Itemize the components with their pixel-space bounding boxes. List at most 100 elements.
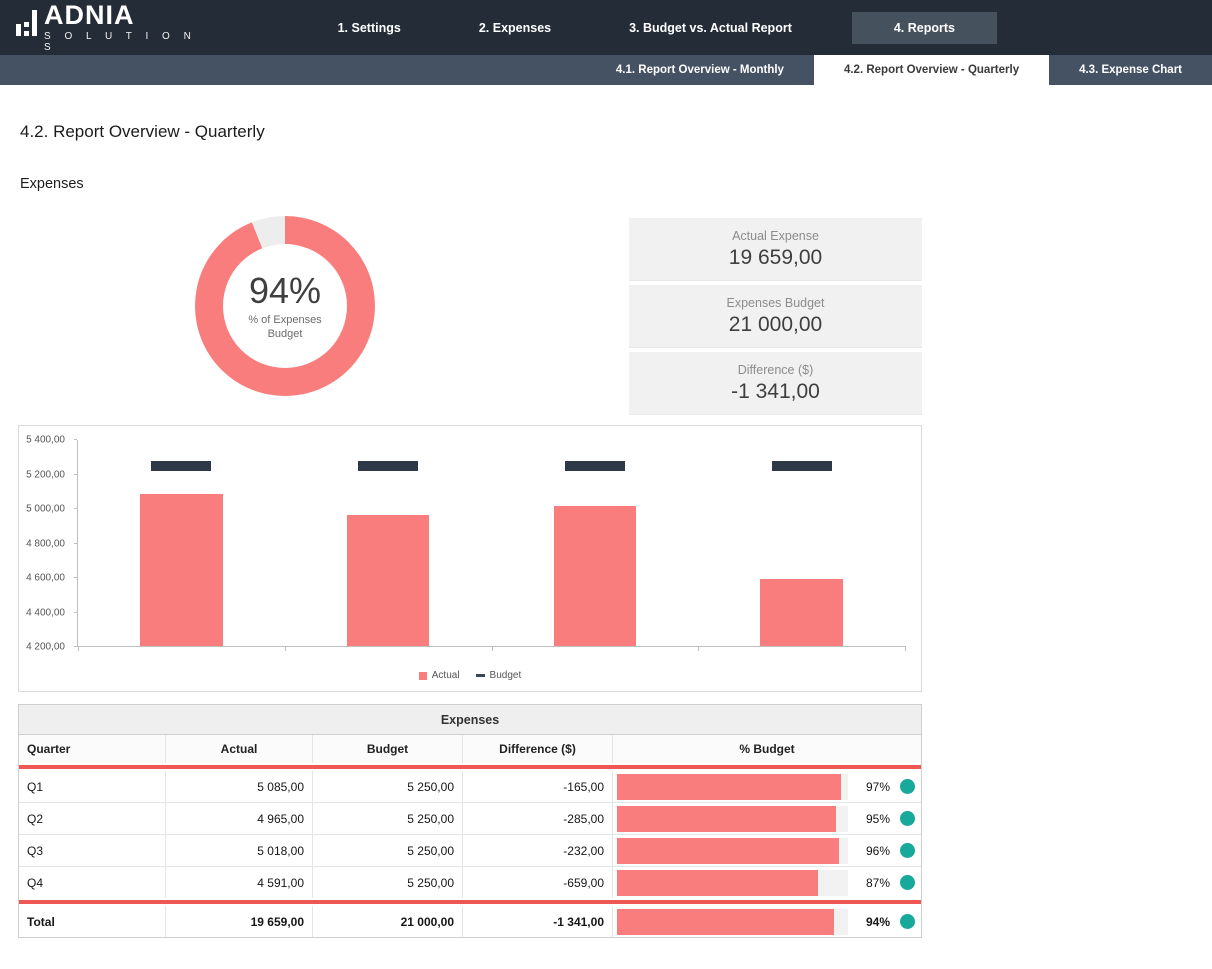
status-dot-icon [900, 875, 915, 890]
actual-cell: 19 659,00 [166, 906, 313, 937]
summary-card-2: Expenses Budget 21 000,00 [629, 285, 922, 348]
top-nav-item-1[interactable]: 1. Settings [320, 12, 419, 44]
summary-row: 94% % of Expenses Budget Actual Expense 1… [18, 216, 922, 415]
table-divider-bottom [19, 900, 921, 904]
pct-bar-track [617, 806, 848, 832]
pct-bar-track [617, 774, 848, 800]
table-body: Q15 085,005 250,00-165,0097%Q24 965,005 … [19, 771, 921, 898]
summary-cards: Actual Expense 19 659,00 Expenses Budget 21… [629, 218, 922, 415]
card-label: Difference ($) [738, 363, 814, 377]
card-value: 19 659,00 [729, 246, 822, 270]
y-tick-label: 5 200,00 [26, 469, 65, 480]
pct-bar-track [617, 870, 848, 896]
pct-value-label: 97% [848, 780, 900, 794]
bar-chart-logo-icon [16, 6, 37, 36]
bar-group-q1 [78, 440, 285, 646]
x-axis-tick [492, 646, 493, 651]
donut-ring: 94% % of Expenses Budget [195, 216, 375, 396]
budget-marker-q1 [151, 461, 211, 471]
quarter-cell: Q4 [19, 867, 166, 898]
bar-group-q3 [492, 440, 699, 646]
y-tick-label: 4 600,00 [26, 573, 65, 584]
table-title: Expenses [19, 705, 921, 735]
pct-budget-cell: 94% [613, 906, 921, 937]
pct-bar-fill [617, 909, 834, 935]
difference-cell: -285,00 [463, 803, 613, 834]
budget-donut-chart: 94% % of Expenses Budget [195, 216, 375, 396]
table-total-slot: Total19 659,0021 000,00-1 341,0094% [19, 906, 921, 937]
status-dot-icon [900, 843, 915, 858]
x-axis-tick [905, 646, 906, 651]
quarter-cell: Q1 [19, 771, 166, 802]
page-title: 4.2. Report Overview - Quarterly [20, 122, 922, 142]
actual-bar-q4 [760, 579, 843, 646]
legend-label: Budget [490, 670, 522, 681]
budget-marker-q2 [358, 461, 418, 471]
column-header-quarter: Quarter [19, 735, 166, 763]
actual-cell: 5 018,00 [166, 835, 313, 866]
top-nav-items: 1. Settings 2. Expenses 3. Budget vs. Actu… [278, 12, 997, 44]
brand-name: ADNIA [44, 2, 206, 28]
actual-bar-q2 [347, 515, 430, 646]
column-header-budget: Budget [313, 735, 463, 763]
card-value: 21 000,00 [729, 313, 822, 337]
pct-budget-cell: 97% [613, 771, 921, 802]
difference-cell: -1 341,00 [463, 906, 613, 937]
table-row: Q15 085,005 250,00-165,00 97% [19, 771, 921, 802]
top-nav-item-3[interactable]: 3. Budget vs. Actual Report [611, 12, 810, 44]
top-nav-item-2[interactable]: 2. Expenses [461, 12, 569, 44]
card-label: Expenses Budget [727, 296, 825, 310]
pct-budget-cell: 87% [613, 867, 921, 898]
sub-nav-tab-1[interactable]: 4.1. Report Overview - Monthly [586, 55, 814, 85]
donut-caption: % of Expenses Budget [248, 313, 321, 341]
difference-cell: -659,00 [463, 867, 613, 898]
top-nav-item-4[interactable]: 4. Reports [852, 12, 997, 44]
status-dot-icon [900, 914, 915, 929]
difference-cell: -165,00 [463, 771, 613, 802]
expenses-table: Expenses QuarterActualBudgetDifference (… [18, 704, 922, 938]
table-total-row: Total19 659,0021 000,00-1 341,0094% [19, 906, 921, 937]
brand-subname: S O L U T I O N S [44, 31, 206, 53]
legend-dash-swatch [476, 674, 485, 677]
budget-cell: 5 250,00 [313, 867, 463, 898]
table-header-row: QuarterActualBudgetDifference ($)% Budge… [19, 735, 921, 763]
sub-nav-tab-2[interactable]: 4.2. Report Overview - Quarterly [814, 55, 1049, 85]
donut-percent: 94% [249, 272, 321, 310]
pct-bar-track [617, 838, 848, 864]
pct-value-label: 96% [848, 844, 900, 858]
summary-card-3: Difference ($)-1 341,00 [629, 352, 922, 415]
quarter-cell: Q2 [19, 803, 166, 834]
budget-marker-q3 [565, 461, 625, 471]
legend-square-swatch [419, 672, 427, 680]
budget-cell: 5 250,00 [313, 771, 463, 802]
budget-cell: 5 250,00 [313, 835, 463, 866]
column-header-difference-: Difference ($) [463, 735, 613, 763]
pct-budget-cell: 96% [613, 835, 921, 866]
column-header--budget: % Budget [613, 735, 921, 763]
legend-item-actual: Actual [419, 670, 460, 681]
bar-group-q4 [698, 440, 905, 646]
plot-area [77, 440, 905, 647]
pct-bar-fill [617, 806, 836, 832]
y-tick-label: 4 400,00 [26, 607, 65, 618]
sub-nav-tab-3[interactable]: 4.3. Expense Chart [1049, 55, 1212, 85]
summary-card-1: Actual Expense 19 659,00 [629, 218, 922, 281]
x-axis-tick [285, 646, 286, 651]
pct-value-label: 95% [848, 812, 900, 826]
x-axis-tick [698, 646, 699, 651]
actual-cell: 4 965,00 [166, 803, 313, 834]
quarterly-bar-chart: 4 200,004 400,004 600,004 800,005 000,00… [18, 425, 922, 692]
x-axis-tick [78, 646, 79, 651]
y-tick-label: 5 000,00 [26, 504, 65, 515]
y-axis-labels: 4 200,004 400,004 600,004 800,005 000,00… [19, 440, 71, 647]
card-label: Actual Expense [732, 229, 819, 243]
difference-cell: -232,00 [463, 835, 613, 866]
top-nav: ADNIA S O L U T I O N S 1. Settings 2. Ex… [0, 0, 1212, 55]
column-header-actual: Actual [166, 735, 313, 763]
actual-cell: 4 591,00 [166, 867, 313, 898]
y-tick-label: 5 400,00 [26, 435, 65, 446]
table-row: Q35 018,005 250,00-232,0096% [19, 834, 921, 866]
pct-bar-track [617, 909, 848, 935]
actual-cell: 5 085,00 [166, 771, 313, 802]
legend-label: Actual [432, 670, 460, 681]
